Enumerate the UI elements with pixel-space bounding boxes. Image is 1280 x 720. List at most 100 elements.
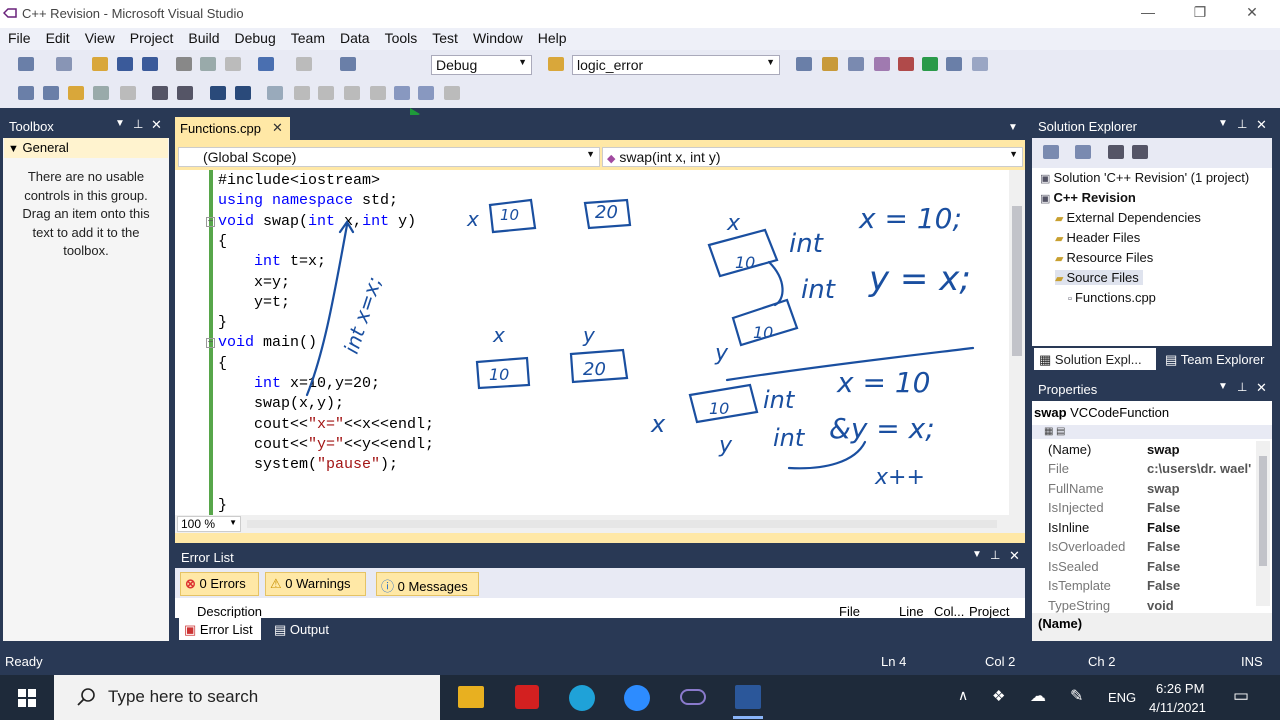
scope-select[interactable]: (Global Scope) ▼: [178, 147, 600, 167]
outdent-icon[interactable]: [177, 86, 193, 100]
pen-icon[interactable]: ✎: [1070, 686, 1083, 706]
menu-tools[interactable]: Tools: [377, 28, 425, 46]
extensions-icon[interactable]: [922, 57, 938, 71]
minimize-button[interactable]: —: [1133, 4, 1163, 24]
next-doc-bookmark-icon[interactable]: [418, 86, 434, 100]
solution-icon[interactable]: [822, 57, 838, 71]
menu-file[interactable]: File: [0, 28, 38, 46]
vertical-scrollbar[interactable]: [1009, 170, 1025, 515]
property-row[interactable]: IsTemplate False: [1040, 576, 1268, 595]
property-row[interactable]: IsOverloaded False: [1040, 537, 1268, 556]
tree-node[interactable]: ▰ External Dependencies: [1055, 210, 1201, 225]
categorized-icon[interactable]: ▦: [1044, 426, 1053, 437]
acrobat-icon[interactable]: [515, 685, 539, 709]
tree-node[interactable]: ▫ Functions.cpp: [1068, 290, 1156, 305]
settings-icon[interactable]: [1132, 145, 1148, 159]
properties-object-select[interactable]: swap VCCodeFunction: [1034, 405, 1270, 425]
sync-icon[interactable]: [1075, 145, 1091, 159]
config-select[interactable]: Debug ▼: [431, 55, 532, 75]
col-project[interactable]: Project: [969, 604, 1009, 619]
windows-start-icon[interactable]: [18, 689, 36, 707]
property-row[interactable]: IsSealed False: [1040, 557, 1268, 576]
object-browser-icon[interactable]: [874, 57, 890, 71]
paste-icon[interactable]: [225, 57, 241, 71]
uncomment-icon[interactable]: [235, 86, 251, 100]
scroll-thumb[interactable]: [1012, 206, 1022, 356]
prev-doc-bookmark-icon[interactable]: [394, 86, 410, 100]
menu-data[interactable]: Data: [332, 28, 377, 46]
menu-view[interactable]: View: [77, 28, 122, 46]
properties-icon[interactable]: [848, 57, 864, 71]
col-column[interactable]: Col...: [934, 604, 964, 619]
redo-icon[interactable]: [296, 57, 312, 71]
display-object-icon[interactable]: [18, 86, 34, 100]
edge-icon[interactable]: [569, 685, 595, 711]
window-icon[interactable]: [946, 57, 962, 71]
quick-info-icon[interactable]: [68, 86, 84, 100]
tree-node[interactable]: ▰ Resource Files: [1055, 250, 1153, 265]
tab-error-list[interactable]: ▣ Error List: [179, 618, 261, 640]
tab-team-explorer[interactable]: ▤ Team Explorer: [1160, 348, 1272, 370]
pin-icon[interactable]: ⊥: [1237, 380, 1247, 394]
dropdown-icon[interactable]: ▼: [1218, 381, 1228, 392]
col-file[interactable]: File: [839, 604, 860, 619]
open-file-icon[interactable]: [92, 57, 108, 71]
save-icon[interactable]: [117, 57, 133, 71]
visual-studio-icon[interactable]: [680, 689, 706, 705]
dropdown-icon[interactable]: ▼: [972, 549, 982, 560]
close-icon[interactable]: ✕: [1009, 548, 1020, 564]
property-row[interactable]: FullName swap: [1040, 479, 1268, 498]
member-select[interactable]: ◆ swap(int x, int y) ▼: [602, 147, 1023, 167]
add-item-icon[interactable]: [56, 57, 72, 71]
collapse-all-icon[interactable]: [1108, 145, 1124, 159]
startup-item-select[interactable]: logic_error ▼: [572, 55, 780, 75]
warnings-filter-button[interactable]: ⚠ 0 Warnings: [265, 572, 366, 596]
zoom-app-icon[interactable]: [624, 685, 650, 711]
messages-filter-button[interactable]: ⓘ 0 Messages: [376, 572, 479, 596]
close-icon[interactable]: ✕: [1256, 117, 1267, 133]
tree-node[interactable]: ▰ Header Files: [1055, 230, 1140, 245]
layout-icon[interactable]: [972, 57, 988, 71]
zoom-select[interactable]: 100 % ▼: [177, 516, 241, 532]
tab-output[interactable]: ▤ Output: [269, 618, 339, 640]
close-icon[interactable]: ✕: [1256, 380, 1267, 396]
tree-node[interactable]: ▰ Source Files: [1055, 270, 1143, 285]
prev-folder-bookmark-icon[interactable]: [344, 86, 360, 100]
bookmark-icon[interactable]: [267, 86, 283, 100]
property-row[interactable]: TypeString void: [1040, 596, 1268, 615]
word-icon[interactable]: [735, 685, 761, 709]
clear-bookmarks-icon[interactable]: [444, 86, 460, 100]
menu-test[interactable]: Test: [424, 28, 465, 46]
close-icon[interactable]: ✕: [151, 117, 162, 133]
alphabetical-icon[interactable]: ▤: [1056, 426, 1065, 437]
taskbar-search-box[interactable]: Type here to search: [54, 675, 440, 720]
cut-icon[interactable]: [176, 57, 192, 71]
menu-edit[interactable]: Edit: [38, 28, 77, 46]
onedrive-icon[interactable]: ☁: [1030, 686, 1046, 706]
errors-filter-button[interactable]: ⊗ 0 Errors: [180, 572, 259, 596]
menu-debug[interactable]: Debug: [227, 28, 283, 46]
col-description[interactable]: Description: [197, 604, 262, 619]
pin-icon[interactable]: ⊥: [1237, 117, 1247, 131]
find-icon[interactable]: [796, 57, 812, 71]
comment-icon[interactable]: [210, 86, 226, 100]
new-project-icon[interactable]: [18, 57, 34, 71]
next-folder-bookmark-icon[interactable]: [370, 86, 386, 100]
prev-bookmark-icon[interactable]: [294, 86, 310, 100]
home-icon[interactable]: [1043, 145, 1059, 159]
clock-date[interactable]: 4/11/2021: [1149, 700, 1206, 715]
indent-icon[interactable]: [152, 86, 168, 100]
pin-icon[interactable]: ⊥: [990, 548, 1000, 562]
toolbox-icon[interactable]: [898, 57, 914, 71]
decrease-indent-icon[interactable]: [120, 86, 136, 100]
dropdown-icon[interactable]: ▼: [115, 118, 125, 129]
menu-build[interactable]: Build: [180, 28, 226, 46]
property-row[interactable]: File c:\users\dr. wael': [1040, 459, 1268, 478]
close-tab-icon[interactable]: ✕: [272, 120, 283, 136]
tab-functions-cpp[interactable]: Functions.cpp ✕: [175, 117, 290, 140]
parameter-info-icon[interactable]: [43, 86, 59, 100]
clock-time[interactable]: 6:26 PM: [1156, 681, 1204, 696]
dropbox-icon[interactable]: ❖: [992, 687, 1005, 705]
toolbox-group-general[interactable]: ▼ General: [4, 138, 168, 158]
col-line[interactable]: Line: [899, 604, 924, 619]
